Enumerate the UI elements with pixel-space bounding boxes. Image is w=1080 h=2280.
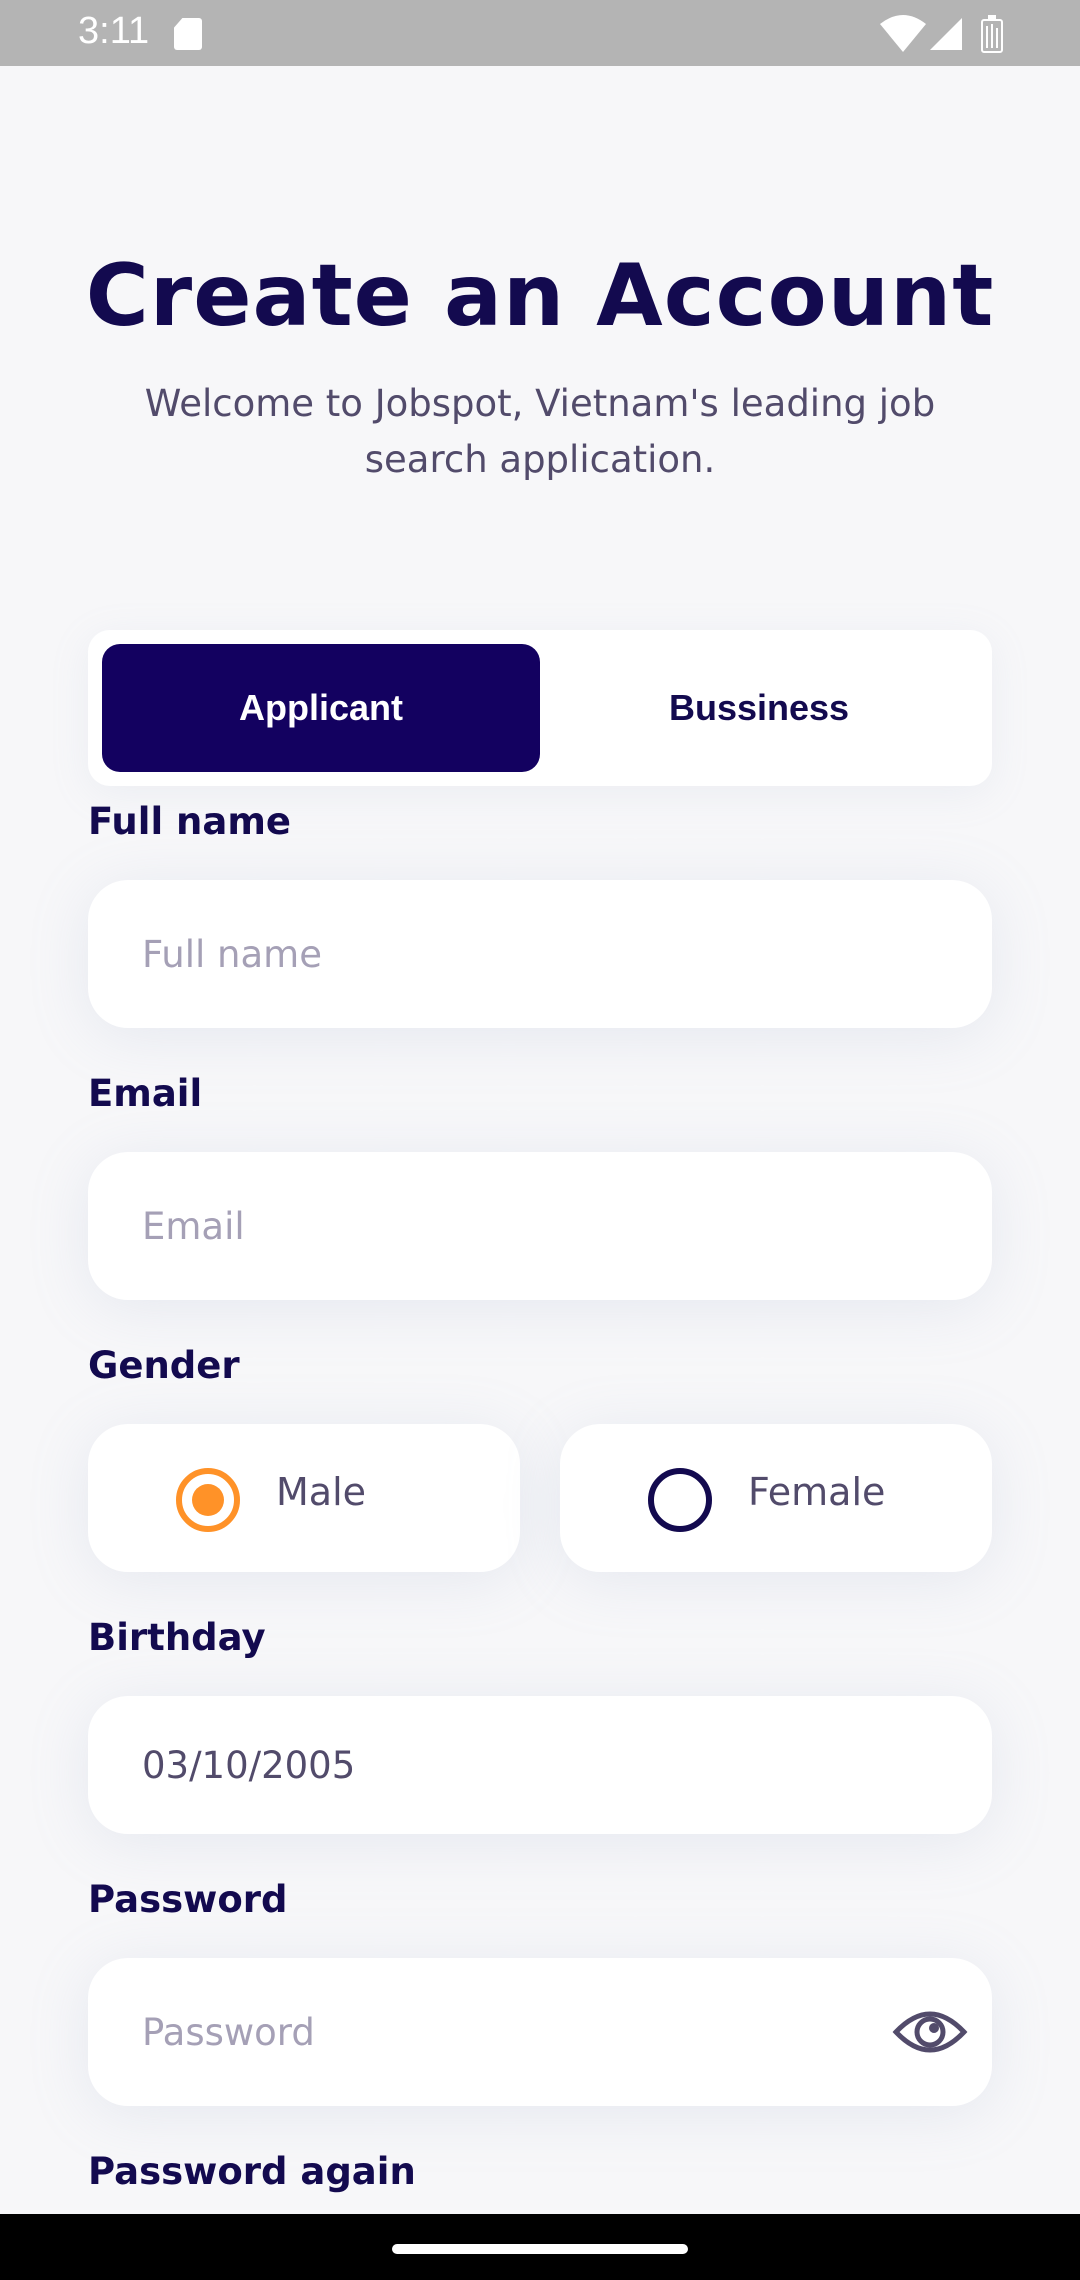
gender-label: Gender bbox=[88, 1344, 240, 1387]
email-label: Email bbox=[88, 1072, 203, 1115]
password-placeholder: Password bbox=[142, 2010, 315, 2054]
full-name-input[interactable]: Full name bbox=[88, 880, 992, 1028]
female-label: Female bbox=[748, 1470, 886, 1514]
home-indicator[interactable] bbox=[392, 2244, 688, 2254]
register-screen: Create an Account Welcome to Jobspot, Vi… bbox=[0, 66, 1080, 2214]
male-label: Male bbox=[276, 1470, 367, 1514]
eye-icon[interactable] bbox=[892, 2002, 968, 2062]
battery-icon bbox=[981, 15, 1003, 53]
email-placeholder: Email bbox=[142, 1204, 245, 1248]
password-input[interactable]: Password bbox=[88, 1958, 992, 2106]
page-subtitle: Welcome to Jobspot, Vietnam's leading jo… bbox=[144, 382, 936, 481]
birthday-label: Birthday bbox=[88, 1616, 266, 1659]
full-name-label: Full name bbox=[88, 800, 291, 843]
applicant-tab[interactable]: Applicant bbox=[102, 644, 540, 772]
navigation-bar bbox=[0, 2214, 1080, 2280]
birthday-value: 03/10/2005 bbox=[142, 1743, 356, 1787]
account-type-toggle: Applicant Bussiness bbox=[88, 630, 992, 786]
birthday-input[interactable]: 03/10/2005 bbox=[88, 1696, 992, 1834]
password-label: Password bbox=[88, 1878, 288, 1921]
full-name-placeholder: Full name bbox=[142, 932, 322, 976]
status-bar: 3:11 bbox=[0, 0, 1080, 66]
status-time: 3:11 bbox=[78, 10, 150, 52]
password-again-label: Password again bbox=[88, 2150, 416, 2193]
male-radio[interactable] bbox=[176, 1468, 240, 1532]
page-title: Create an Account bbox=[85, 246, 995, 346]
gender-option-female[interactable]: Female bbox=[560, 1424, 992, 1572]
sd-card-icon bbox=[174, 18, 202, 50]
gender-option-male[interactable]: Male bbox=[88, 1424, 520, 1572]
business-tab[interactable]: Bussiness bbox=[540, 644, 978, 772]
female-radio[interactable] bbox=[648, 1468, 712, 1532]
email-input[interactable]: Email bbox=[88, 1152, 992, 1300]
signal-icon bbox=[930, 18, 962, 50]
wifi-icon bbox=[880, 15, 926, 52]
